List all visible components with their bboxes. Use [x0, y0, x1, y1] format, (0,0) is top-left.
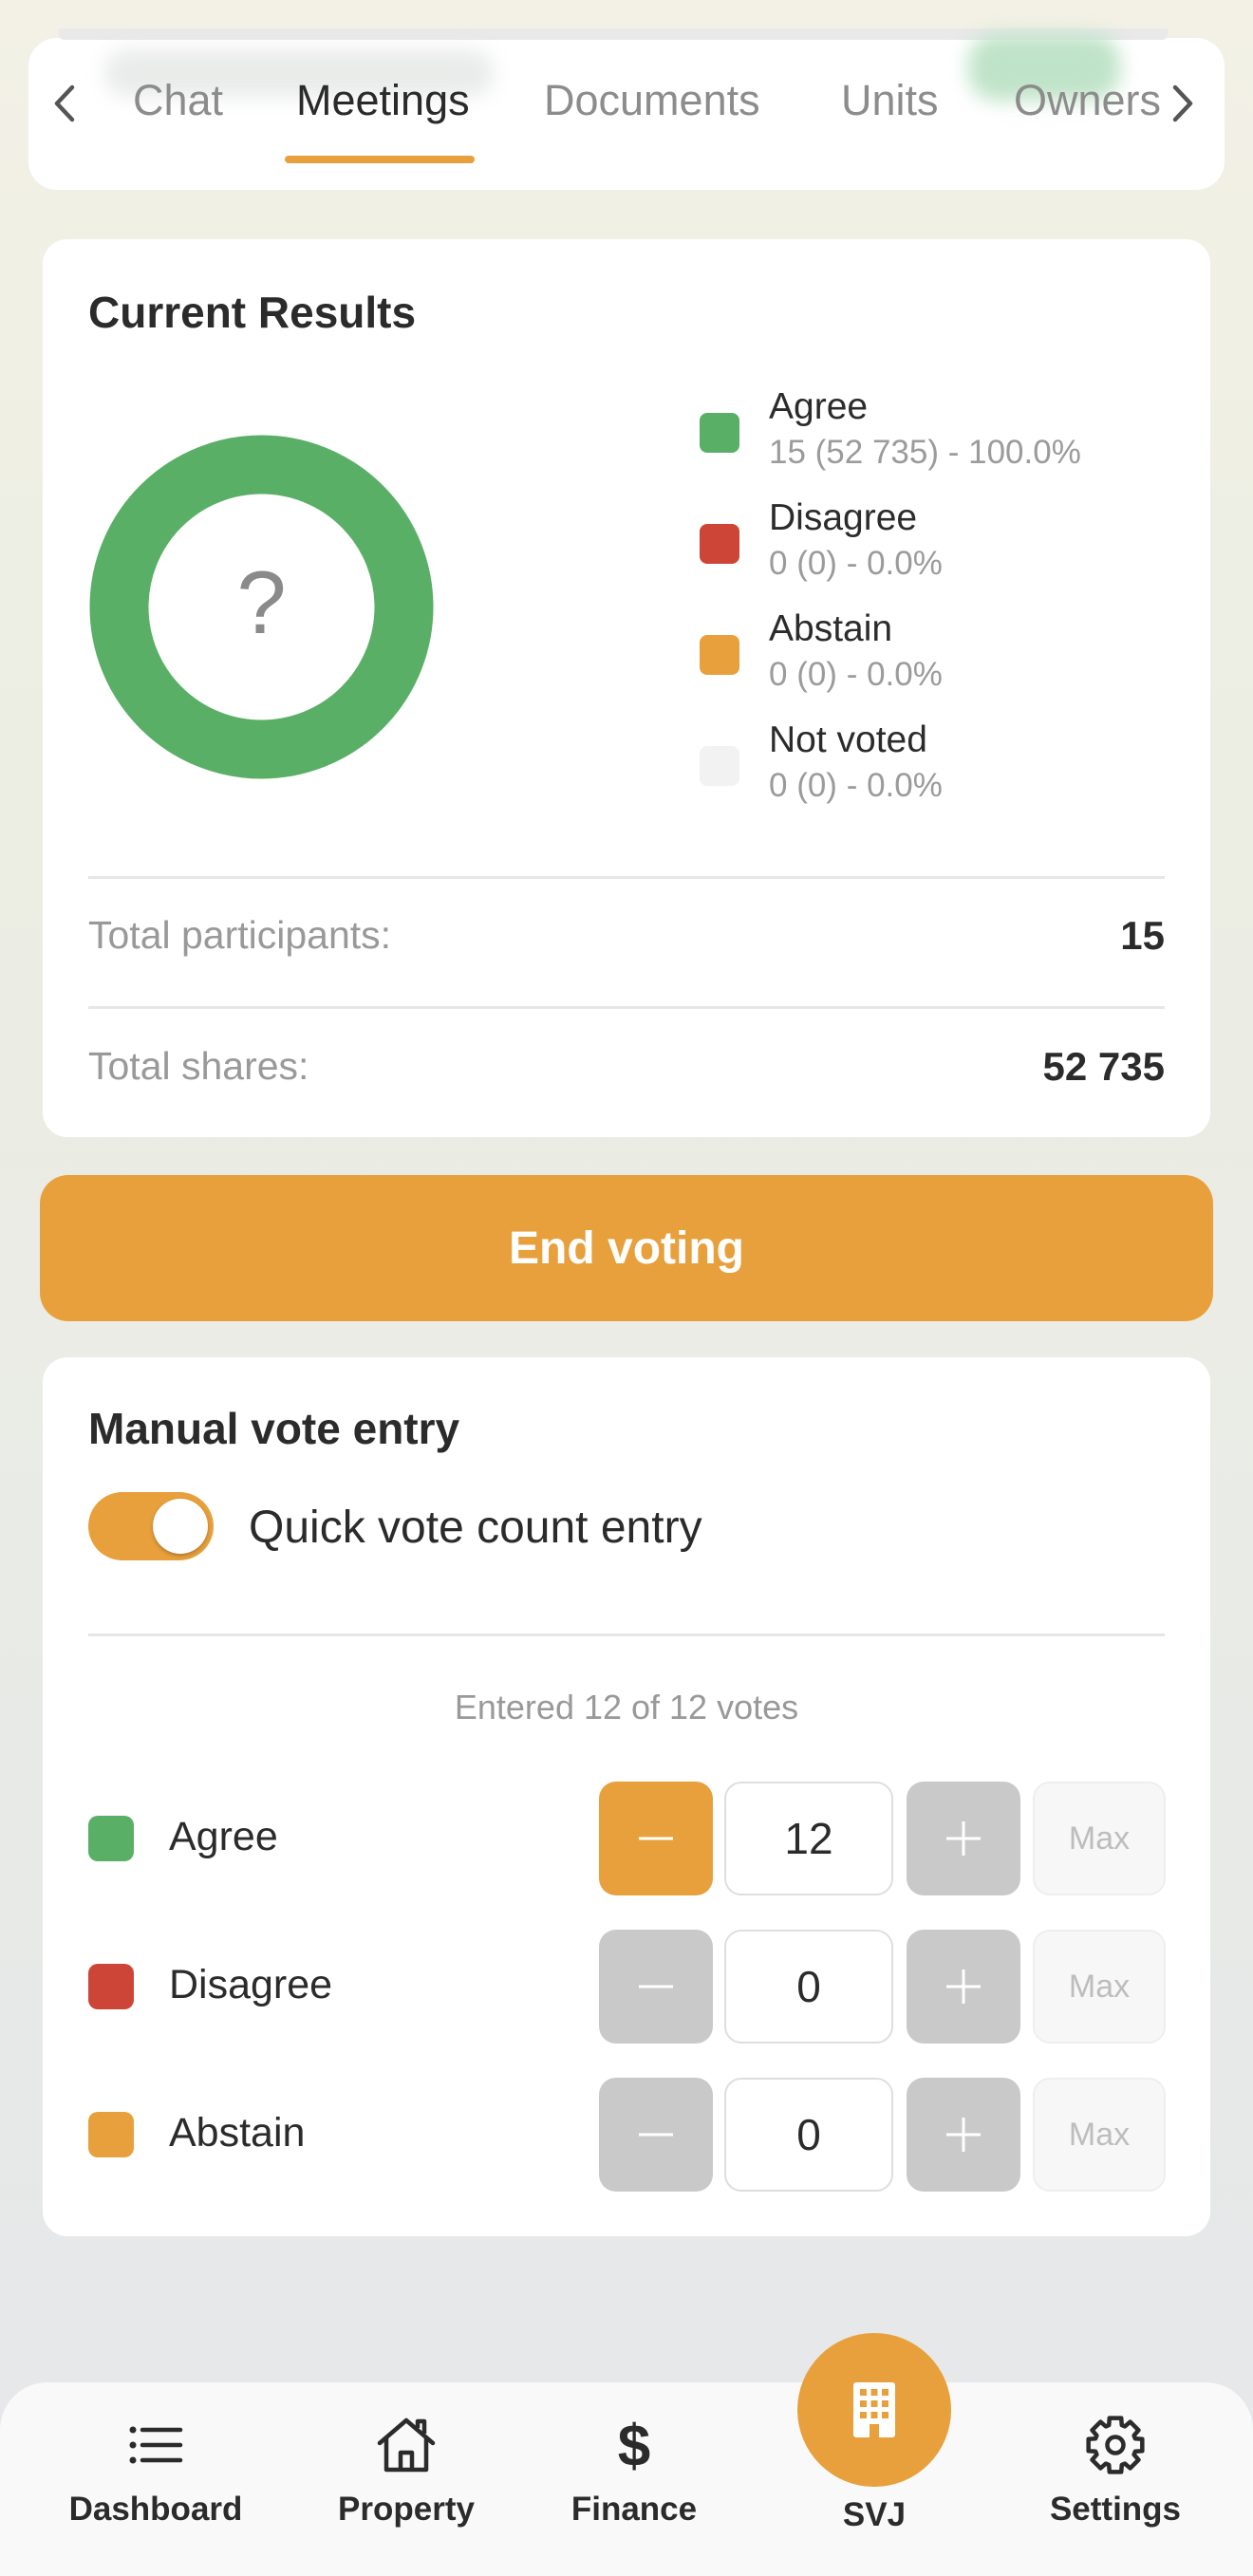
manual-vote-card: Manual vote entry Quick vote count entry… [43, 1357, 1210, 2236]
chevron-left-icon[interactable] [46, 80, 84, 127]
nav-dashboard[interactable]: Dashboard [42, 2411, 270, 2529]
results-donut-chart: ? [89, 435, 434, 779]
plus-icon [946, 1969, 981, 2004]
nav-property[interactable]: Property [292, 2411, 520, 2529]
max-agree-button[interactable]: Max [1033, 1782, 1166, 1895]
tab-documents[interactable]: Documents [544, 76, 760, 125]
tab-strip: s Chat Meetings Documents Units Owners [38, 57, 1198, 156]
total-participants-value: 15 [1120, 913, 1165, 958]
minus-icon [639, 2133, 673, 2137]
legend-swatch-abstain [700, 635, 739, 675]
active-tab-indicator [285, 156, 475, 163]
legend-detail: 15 (52 735) - 100.0% [769, 434, 1081, 471]
entered-votes-status: Entered 12 of 12 votes [454, 1688, 799, 1727]
manual-vote-title: Manual vote entry [88, 1404, 460, 1453]
vote-row-label: Agree [169, 1814, 278, 1859]
legend-detail: 0 (0) - 0.0% [769, 545, 943, 582]
legend-detail: 0 (0) - 0.0% [769, 656, 943, 693]
bottom-navigation: Dashboard Property $ Finance Settings [0, 2382, 1253, 2576]
results-card: Current Results ? Agree 15 (52 735) - 10… [43, 239, 1210, 1137]
max-abstain-button[interactable]: Max [1033, 2078, 1166, 2192]
decrement-abstain-button[interactable] [599, 2078, 713, 2192]
minus-icon [639, 1985, 673, 1988]
gear-icon [1086, 2416, 1145, 2474]
total-participants-label: Total participants: [88, 913, 392, 957]
nav-finance[interactable]: $ Finance [520, 2411, 748, 2529]
max-disagree-button[interactable]: Max [1033, 1930, 1166, 2044]
tab-chat[interactable]: Chat [133, 76, 223, 125]
building-icon [853, 2382, 895, 2437]
total-shares-value: 52 735 [1042, 1044, 1165, 1089]
plus-icon [946, 2118, 981, 2152]
legend-swatch-disagree [700, 524, 739, 564]
vote-row-disagree: Disagree 0 Max [43, 1930, 1210, 2044]
divider [88, 1633, 1165, 1636]
legend-swatch-agree [700, 413, 739, 453]
tab-meetings[interactable]: Meetings [296, 76, 470, 125]
legend-detail: 0 (0) - 0.0% [769, 767, 943, 804]
nav-settings[interactable]: Settings [1001, 2411, 1229, 2529]
vote-swatch-disagree [88, 1964, 134, 2009]
nav-label: Finance [570, 2491, 698, 2528]
decrement-disagree-button[interactable] [599, 1930, 713, 2044]
end-voting-button[interactable]: End voting [40, 1175, 1213, 1321]
legend-label: Abstain [769, 608, 893, 649]
tab-owners[interactable]: Owners [1014, 76, 1161, 125]
chevron-right-icon[interactable] [1164, 80, 1202, 127]
plus-icon [946, 1821, 981, 1856]
total-shares-label: Total shares: [88, 1044, 309, 1088]
svg-text:$: $ [618, 2414, 650, 2479]
increment-disagree-button[interactable] [907, 1930, 1020, 2044]
divider [88, 1006, 1165, 1009]
vote-row-abstain: Abstain 0 Max [43, 2078, 1210, 2192]
donut-center-label: ? [236, 552, 286, 652]
toggle-knob [153, 1499, 208, 1554]
disagree-count-field[interactable]: 0 [724, 1930, 893, 2044]
nav-label: Dashboard [68, 2491, 243, 2528]
nav-label: Property [338, 2491, 475, 2528]
quick-vote-toggle[interactable] [88, 1492, 214, 1560]
tab-units[interactable]: Units [841, 76, 939, 125]
decrement-agree-button[interactable] [599, 1782, 713, 1895]
svj-fab-button[interactable] [797, 2333, 951, 2487]
results-title: Current Results [88, 288, 417, 337]
abstain-count-field[interactable]: 0 [724, 2078, 893, 2192]
home-icon [377, 2417, 436, 2473]
vote-row-label: Abstain [169, 2110, 306, 2156]
agree-count-field[interactable]: 12 [724, 1782, 893, 1895]
legend-label: Disagree [769, 497, 918, 538]
vote-row-label: Disagree [169, 1962, 333, 2007]
vote-row-agree: Agree 12 Max [43, 1782, 1210, 1895]
vote-swatch-abstain [88, 2112, 134, 2157]
quick-vote-toggle-label: Quick vote count entry [249, 1503, 702, 1553]
vote-swatch-agree [88, 1816, 134, 1861]
divider [88, 876, 1165, 879]
minus-icon [639, 1837, 673, 1840]
increment-agree-button[interactable] [907, 1782, 1020, 1895]
legend-label: Agree [769, 386, 869, 427]
legend-swatch-not-voted [700, 746, 739, 786]
list-icon [129, 2426, 183, 2464]
legend-label: Not voted [769, 719, 927, 760]
increment-abstain-button[interactable] [907, 2078, 1020, 2192]
nav-label: Settings [1049, 2491, 1182, 2528]
dollar-icon: $ [618, 2414, 650, 2479]
nav-label-svj: SVJ [842, 2496, 907, 2533]
